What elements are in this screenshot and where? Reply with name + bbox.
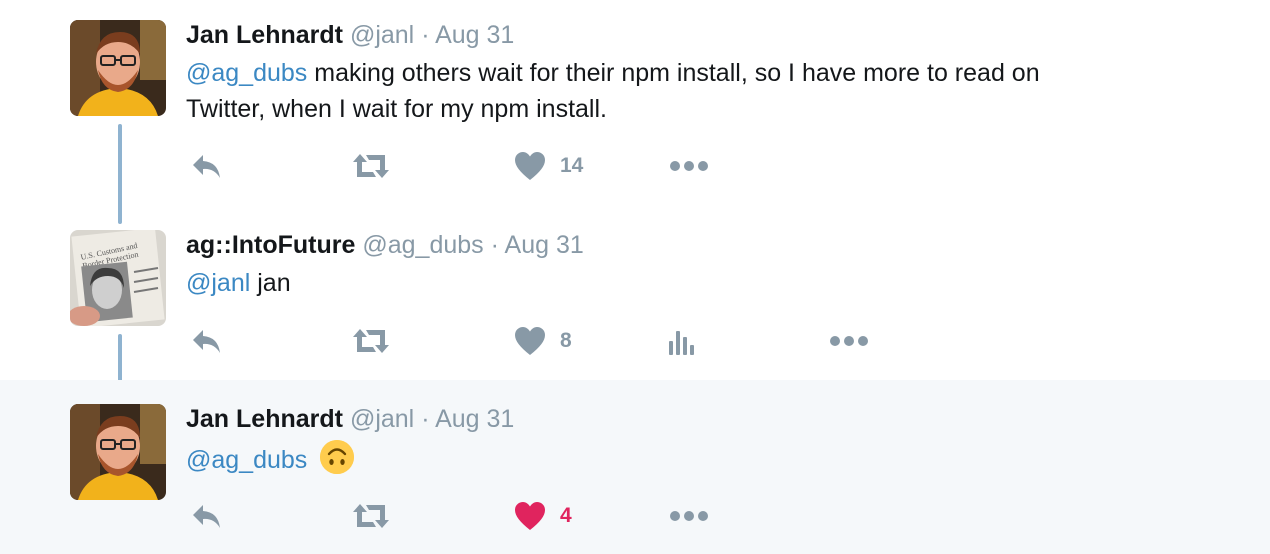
avatar[interactable]: U.S. Customs and Border Protection	[70, 230, 166, 326]
reply-icon	[193, 155, 220, 178]
reply-button[interactable]	[190, 321, 222, 361]
tweet-text-body: jan	[250, 269, 291, 297]
mention-link[interactable]: @ag_dubs	[186, 59, 307, 87]
tweet-date[interactable]: Aug 31	[505, 231, 584, 259]
like-count: 14	[560, 154, 584, 177]
tweet-text-line2: Twitter, when I wait for my npm install.	[186, 95, 607, 123]
mention-link[interactable]: @janl	[186, 269, 250, 297]
tweet[interactable]: U.S. Customs and Border Protection ag::I…	[0, 210, 1270, 380]
reply-button[interactable]	[190, 146, 222, 186]
upside-down-face-emoji-icon	[320, 440, 355, 474]
more-icon	[830, 336, 868, 346]
retweet-button[interactable]	[351, 321, 391, 361]
retweet-icon	[353, 504, 389, 528]
like-button-active[interactable]: 4	[514, 496, 572, 536]
tweet-date[interactable]: Aug 31	[435, 405, 514, 433]
like-button[interactable]: 14	[514, 146, 583, 186]
heart-icon	[515, 152, 545, 180]
more-icon	[670, 161, 708, 171]
reply-icon	[193, 505, 220, 528]
author-name[interactable]: ag::IntoFuture	[186, 231, 355, 259]
tweet-text: @janl jan	[186, 265, 1206, 301]
avatar[interactable]	[70, 20, 166, 116]
more-button[interactable]	[670, 496, 708, 536]
reply-icon	[193, 330, 220, 353]
tweet-text: @ag_dubs	[186, 440, 1206, 478]
retweet-button[interactable]	[351, 496, 391, 536]
mention-link[interactable]: @ag_dubs	[186, 446, 307, 474]
author-name[interactable]: Jan Lehnardt	[186, 21, 343, 49]
avatar[interactable]	[70, 404, 166, 500]
tweet-text: @ag_dubs making others wait for their np…	[186, 55, 1206, 127]
more-button[interactable]	[670, 146, 708, 186]
like-button[interactable]: 8	[514, 321, 572, 361]
author-handle[interactable]: @ag_dubs	[362, 231, 483, 259]
tweet-header: ag::IntoFuture @ag_dubs · Aug 31	[186, 230, 584, 260]
tweet-text-line1: making others wait for their npm install…	[307, 59, 1040, 87]
tweet-actions: 4	[186, 496, 1186, 536]
separator: ·	[490, 231, 499, 259]
like-count: 4	[560, 504, 572, 527]
author-handle[interactable]: @janl	[350, 405, 414, 433]
tweet-header: Jan Lehnardt @janl · Aug 31	[186, 404, 514, 434]
retweet-icon	[353, 329, 389, 353]
tweet-actions: 14	[186, 146, 1186, 186]
separator: ·	[421, 21, 430, 49]
reply-button[interactable]	[190, 496, 222, 536]
tweet-focused[interactable]: Jan Lehnardt @janl · Aug 31 @ag_dubs 4	[0, 380, 1270, 554]
more-icon	[670, 511, 708, 521]
tweet-actions: 8	[186, 321, 1186, 361]
tweet-header: Jan Lehnardt @janl · Aug 31	[186, 20, 514, 50]
retweet-icon	[353, 154, 389, 178]
more-button[interactable]	[830, 321, 868, 361]
author-name[interactable]: Jan Lehnardt	[186, 405, 343, 433]
tweet[interactable]: Jan Lehnardt @janl · Aug 31 @ag_dubs mak…	[0, 0, 1270, 210]
analytics-button[interactable]	[668, 321, 694, 361]
author-handle[interactable]: @janl	[350, 21, 414, 49]
retweet-button[interactable]	[351, 146, 391, 186]
analytics-icon	[669, 331, 694, 355]
heart-icon	[515, 502, 545, 530]
like-count: 8	[560, 329, 572, 352]
heart-icon	[515, 327, 545, 355]
separator: ·	[421, 405, 430, 433]
tweet-date[interactable]: Aug 31	[435, 21, 514, 49]
